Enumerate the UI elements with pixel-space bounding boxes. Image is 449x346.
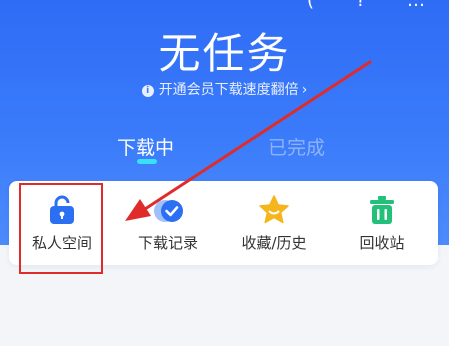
annotation-arrow-icon <box>125 60 372 221</box>
